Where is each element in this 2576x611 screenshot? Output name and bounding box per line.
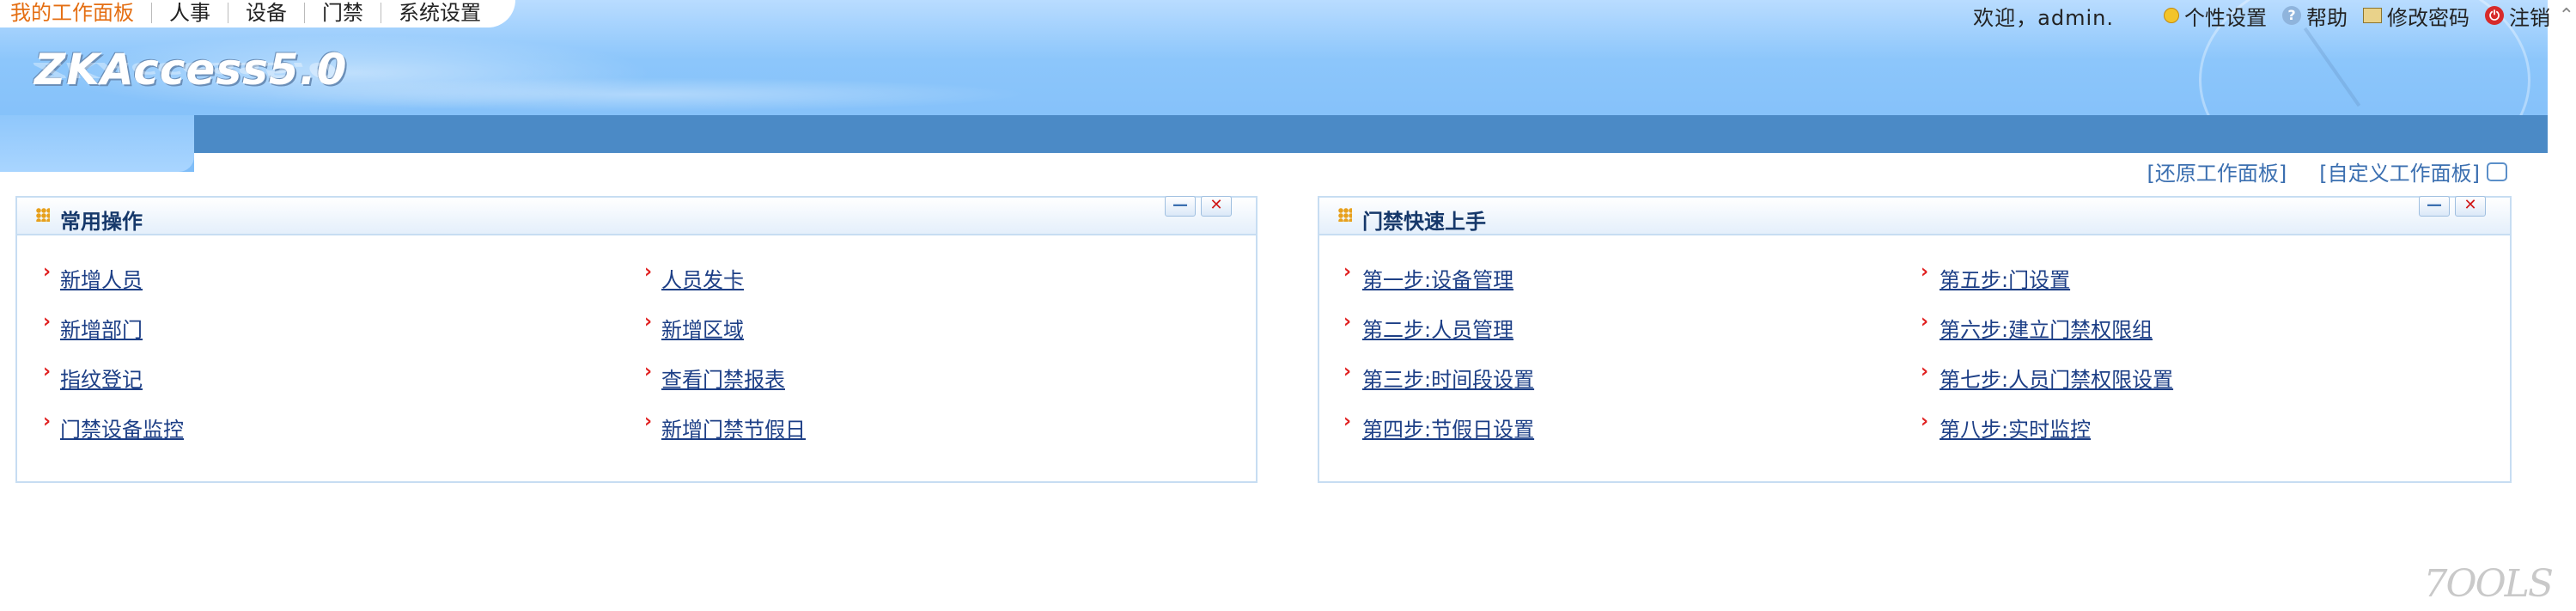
customize-workspace-link[interactable]: [自定义工作面板]: [2319, 156, 2480, 186]
link-step-2[interactable]: 第二步:人员管理: [1362, 313, 1513, 343]
arrow-right-icon: ›: [1343, 261, 1352, 283]
password-icon: [2363, 8, 2382, 23]
link-step-1[interactable]: 第一步:设备管理: [1362, 263, 1513, 293]
arrow-right-icon: ›: [644, 361, 653, 382]
arrow-right-icon: ›: [1343, 361, 1352, 382]
link-step-7[interactable]: 第七步:人员门禁权限设置: [1940, 363, 2173, 393]
link-add-holiday[interactable]: 新增门禁节假日: [661, 412, 806, 443]
panel-header: 门禁快速上手 — ✕: [1319, 196, 2510, 235]
arrow-right-icon: ›: [1343, 411, 1352, 432]
link-fingerprint-enroll[interactable]: 指纹登记: [60, 363, 143, 393]
link-add-department[interactable]: 新增部门: [60, 313, 143, 343]
welcome-text: 欢迎，admin.: [1973, 5, 2114, 30]
banner-highlight-2: [258, 77, 1031, 112]
power-icon: ⏻: [2485, 6, 2504, 25]
user-bar: 欢迎，admin. 个性设置 ? 帮助 修改密码 ⏻ 注销: [1973, 0, 2550, 31]
close-button[interactable]: ✕: [1201, 196, 1232, 217]
app-logo-reflection: ZKAccess5.0: [34, 58, 338, 82]
personalize-label: 个性设置: [2184, 5, 2267, 30]
arrow-right-icon: ›: [43, 361, 52, 382]
nav-item-dashboard[interactable]: 我的工作面板: [0, 0, 151, 26]
link-step-6[interactable]: 第六步:建立门禁权限组: [1940, 313, 2153, 343]
change-password-link[interactable]: 修改密码: [2363, 1, 2469, 31]
link-step-4[interactable]: 第四步:节假日设置: [1362, 412, 1534, 443]
arrow-right-icon: ›: [43, 261, 52, 283]
link-step-8[interactable]: 第八步:实时监控: [1940, 412, 2091, 443]
help-label: 帮助: [2306, 5, 2348, 30]
arrow-right-icon: ›: [1921, 411, 1929, 432]
nav-item-access-control[interactable]: 门禁: [305, 0, 381, 26]
help-link[interactable]: ? 帮助: [2282, 1, 2348, 31]
collapse-caret-icon[interactable]: ⌃: [2559, 5, 2574, 27]
panel-title: 门禁快速上手: [1362, 210, 1486, 234]
grid-dots-icon: [36, 208, 50, 222]
quick-start-panel: 门禁快速上手 — ✕ › 第一步:设备管理 › 第二步:人员管理 › 第三步:时…: [1318, 196, 2512, 483]
grid-dots-icon: [1338, 208, 1352, 222]
link-step-5[interactable]: 第五步:门设置: [1940, 263, 2070, 293]
arrow-right-icon: ›: [43, 411, 52, 432]
nav-item-system-settings[interactable]: 系统设置: [381, 0, 498, 26]
close-button[interactable]: ✕: [2455, 196, 2486, 217]
speech-bubble-icon[interactable]: [2487, 162, 2507, 181]
panel-title: 常用操作: [60, 210, 143, 234]
restore-workspace-link[interactable]: [还原工作面板]: [2147, 156, 2287, 186]
arrow-right-icon: ›: [43, 311, 52, 333]
banner-bar: [194, 115, 2548, 153]
common-operations-panel: 常用操作 — ✕ › 新增人员 › 新增部门 › 指纹登记 › 门禁设备监控 ›…: [15, 196, 1258, 483]
main-nav: 我的工作面板 人事 设备 门禁 系统设置: [0, 0, 498, 26]
arrow-right-icon: ›: [644, 311, 653, 333]
link-add-area[interactable]: 新增区域: [661, 313, 744, 343]
logout-link[interactable]: ⏻ 注销: [2485, 1, 2550, 31]
arrow-right-icon: ›: [1921, 361, 1929, 382]
minimize-button[interactable]: —: [2419, 196, 2450, 217]
link-issue-card[interactable]: 人员发卡: [661, 263, 744, 293]
panel-header: 常用操作 — ✕: [17, 196, 1256, 235]
nav-item-devices[interactable]: 设备: [228, 0, 304, 26]
watermark-logo: 7OOLS: [2423, 562, 2554, 606]
arrow-right-icon: ›: [644, 261, 653, 283]
link-add-person[interactable]: 新增人员: [60, 263, 143, 293]
palette-icon: [2164, 8, 2179, 23]
minimize-button[interactable]: —: [1165, 196, 1196, 217]
arrow-right-icon: ›: [1921, 261, 1929, 283]
link-step-3[interactable]: 第三步:时间段设置: [1362, 363, 1534, 393]
arrow-right-icon: ›: [1343, 311, 1352, 333]
change-password-label: 修改密码: [2387, 5, 2469, 30]
help-icon: ?: [2282, 6, 2301, 25]
arrow-right-icon: ›: [644, 411, 653, 432]
link-access-report[interactable]: 查看门禁报表: [661, 363, 785, 393]
logout-label: 注销: [2509, 5, 2550, 30]
nav-item-personnel[interactable]: 人事: [152, 0, 228, 26]
workspace-links: [还原工作面板] [自定义工作面板]: [2115, 156, 2507, 186]
banner-corner: [0, 115, 194, 172]
personalize-link[interactable]: 个性设置: [2164, 1, 2267, 31]
arrow-right-icon: ›: [1921, 311, 1929, 333]
link-device-monitor[interactable]: 门禁设备监控: [60, 412, 184, 443]
